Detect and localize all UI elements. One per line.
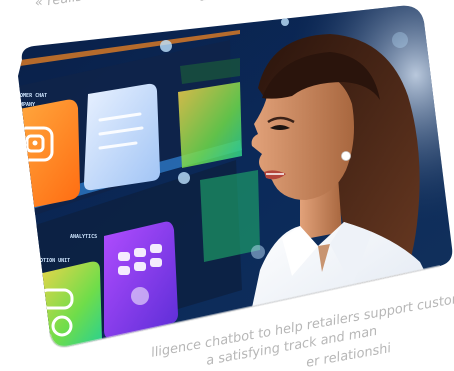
screen-label-c: ANALYTICS <box>70 234 97 240</box>
screen-label-b: COMPANY <box>14 102 35 108</box>
promo-photo: CUSTOMER CHAT COMPANY ANALYTICS PROMOTIO… <box>8 5 453 348</box>
screen-label-d: PROMOTION UNIT <box>28 258 70 264</box>
document-tile <box>84 83 160 191</box>
screen-label-a: CUSTOMER CHAT <box>8 93 47 99</box>
keypad-tile <box>104 221 178 339</box>
orange-chat-tile <box>18 99 80 213</box>
